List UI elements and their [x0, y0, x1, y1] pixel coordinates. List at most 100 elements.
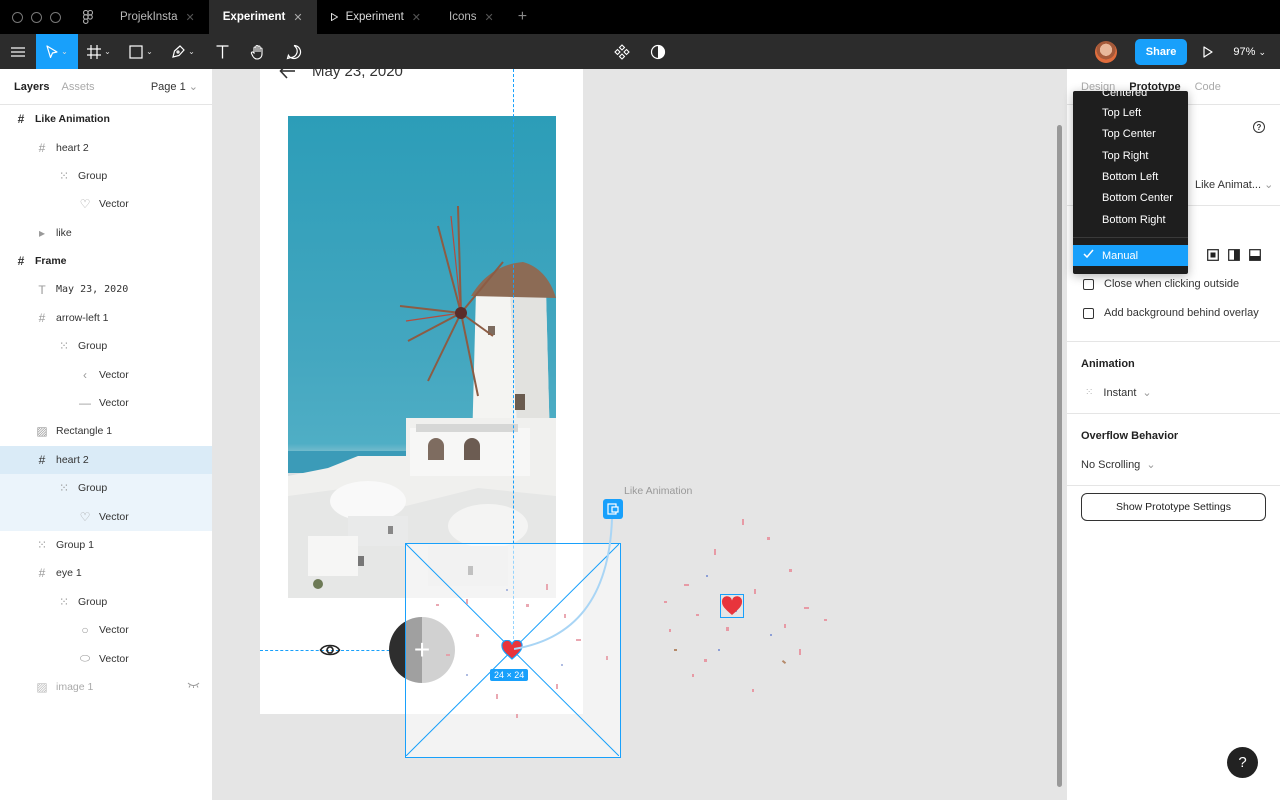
- user-avatar[interactable]: [1094, 40, 1117, 63]
- heart-vector-icon: ♡: [79, 197, 91, 212]
- frame-tool[interactable]: ⌄: [78, 34, 120, 69]
- canvas[interactable]: May 23, 2020 24 × 24 Like Animation: [214, 69, 1066, 800]
- dropdown-option-top-center[interactable]: Top Center: [1073, 123, 1188, 144]
- frame-icon: #: [38, 140, 46, 155]
- canvas-scrollbar[interactable]: [1057, 125, 1062, 787]
- animation-heading: Animation: [1081, 358, 1135, 370]
- new-tab-icon[interactable]: +: [508, 8, 537, 26]
- position-center-icon[interactable]: [1207, 249, 1219, 261]
- layer-label: Vector: [99, 624, 129, 637]
- layer-row[interactable]: # arrow-left 1: [0, 304, 212, 332]
- page-dropdown[interactable]: Page 1 ⌄: [151, 80, 198, 93]
- dropdown-option-manual-selected[interactable]: Manual: [1073, 245, 1188, 266]
- animation-dropdown[interactable]: ⁙ Instant ⌄: [1085, 386, 1152, 400]
- hidden-eye-icon[interactable]: [187, 682, 200, 688]
- overlay-position-dropdown[interactable]: Centered Top Left Top Center Top Right B…: [1073, 91, 1188, 274]
- dropdown-option-top-left[interactable]: Top Left: [1073, 102, 1188, 123]
- layer-row[interactable]: ⁙ Group: [0, 474, 212, 503]
- dropdown-option-top-right[interactable]: Top Right: [1073, 145, 1188, 166]
- position-side-icon[interactable]: [1228, 249, 1240, 261]
- dropdown-option-bottom-center[interactable]: Bottom Center: [1073, 187, 1188, 208]
- close-outside-checkbox[interactable]: [1083, 278, 1094, 290]
- add-background-checkbox[interactable]: [1083, 307, 1094, 319]
- move-tool[interactable]: ⌄: [36, 34, 78, 69]
- layer-row[interactable]: ♡ Vector: [0, 502, 212, 531]
- destination-dropdown[interactable]: Like Animat... ⌄: [1195, 178, 1273, 191]
- layer-label: Vector: [99, 397, 129, 410]
- close-tab-icon[interactable]: ✕: [186, 11, 195, 24]
- layer-row[interactable]: ⁙ Group: [0, 588, 212, 616]
- zoom-value: 97%: [1233, 45, 1256, 58]
- like-animation-frame-label[interactable]: Like Animation: [624, 485, 692, 497]
- close-tab-icon[interactable]: ✕: [293, 11, 302, 24]
- layer-row[interactable]: ▨ Rectangle 1: [0, 417, 212, 445]
- layer-row[interactable]: ▸ like: [0, 219, 212, 247]
- center-tools: [610, 34, 670, 69]
- layer-row[interactable]: # Like Animation: [0, 105, 212, 133]
- tab-experiment-prototype[interactable]: Experiment ✕: [317, 0, 435, 34]
- dropdown-option-bottom-left[interactable]: Bottom Left: [1073, 166, 1188, 187]
- maximize-window-icon[interactable]: [50, 11, 61, 23]
- hand-icon: [250, 44, 263, 60]
- overlay-position-icons: [1207, 249, 1261, 261]
- heart-target-box[interactable]: [720, 594, 744, 618]
- theme-toggle-button[interactable]: [646, 34, 670, 69]
- dropdown-option-label: Manual: [1102, 249, 1139, 262]
- layer-row[interactable]: — Vector: [0, 389, 212, 417]
- dropdown-option-bottom-right[interactable]: Bottom Right: [1073, 209, 1188, 230]
- shape-tool[interactable]: ⌄: [120, 34, 162, 69]
- overflow-dropdown[interactable]: No Scrolling ⌄: [1081, 458, 1156, 472]
- close-outside-option[interactable]: Close when clicking outside: [1083, 278, 1239, 290]
- layer-row[interactable]: ‹ Vector: [0, 361, 212, 389]
- present-play-icon[interactable]: [1203, 45, 1213, 58]
- chevron-down-icon: ⌄: [188, 81, 198, 93]
- figma-logo-icon[interactable]: [70, 0, 106, 34]
- layer-row[interactable]: ⁙ Group 1: [0, 531, 212, 559]
- layer-row-selected[interactable]: # heart 2: [0, 445, 212, 475]
- tab-experiment-active[interactable]: Experiment ✕: [208, 0, 317, 34]
- layer-row[interactable]: # heart 2: [0, 133, 212, 161]
- prototype-interaction-node[interactable]: [603, 499, 623, 519]
- add-background-option[interactable]: Add background behind overlay: [1083, 307, 1259, 319]
- close-window-icon[interactable]: [12, 11, 23, 23]
- cursor-icon: [46, 44, 58, 58]
- divider: [1067, 341, 1280, 342]
- layer-row[interactable]: ♡ Vector: [0, 190, 212, 218]
- layer-label: like: [56, 226, 72, 239]
- tab-icons[interactable]: Icons ✕: [435, 0, 508, 34]
- show-prototype-settings-button[interactable]: Show Prototype Settings: [1081, 493, 1266, 521]
- share-button[interactable]: Share: [1134, 38, 1188, 65]
- minimize-window-icon[interactable]: [31, 11, 42, 23]
- help-button[interactable]: ?: [1227, 747, 1258, 778]
- help-icon[interactable]: ?: [1253, 121, 1265, 133]
- layer-row[interactable]: ⬭ Vector: [0, 644, 212, 672]
- components-button[interactable]: [610, 34, 634, 69]
- animation-value: Instant: [1103, 386, 1137, 399]
- zoom-dropdown[interactable]: 97% ⌄: [1233, 46, 1266, 58]
- hand-tool[interactable]: [240, 34, 276, 69]
- comment-tool[interactable]: [276, 34, 312, 69]
- position-bottom-icon[interactable]: [1249, 249, 1261, 261]
- tab-code[interactable]: Code: [1195, 81, 1221, 93]
- layer-row[interactable]: # Frame: [0, 247, 212, 275]
- layer-row[interactable]: # eye 1: [0, 559, 212, 587]
- close-tab-icon[interactable]: ✕: [485, 11, 494, 24]
- layer-row[interactable]: ○ Vector: [0, 616, 212, 644]
- layer-label: heart 2: [56, 453, 89, 466]
- layer-row[interactable]: T May 23, 2020: [0, 275, 212, 303]
- pen-tool[interactable]: ⌄: [162, 34, 204, 69]
- layer-label: Vector: [99, 652, 129, 665]
- layers-tab[interactable]: Layers: [14, 81, 49, 93]
- text-tool[interactable]: [204, 34, 240, 69]
- main-menu-icon[interactable]: [0, 34, 36, 69]
- overlay-icon: [607, 503, 619, 515]
- layer-label: Group 1: [56, 539, 94, 552]
- layer-row[interactable]: ⁙ Group: [0, 332, 212, 360]
- layer-label: Frame: [35, 255, 67, 268]
- close-tab-icon[interactable]: ✕: [412, 11, 421, 24]
- eye-icon[interactable]: [319, 641, 341, 659]
- layer-row[interactable]: ⁙ Group: [0, 162, 212, 190]
- assets-tab[interactable]: Assets: [61, 81, 94, 93]
- layer-row-hidden[interactable]: ▨ image 1: [0, 673, 212, 701]
- tab-projekinsta[interactable]: ProjekInsta ✕: [106, 0, 209, 34]
